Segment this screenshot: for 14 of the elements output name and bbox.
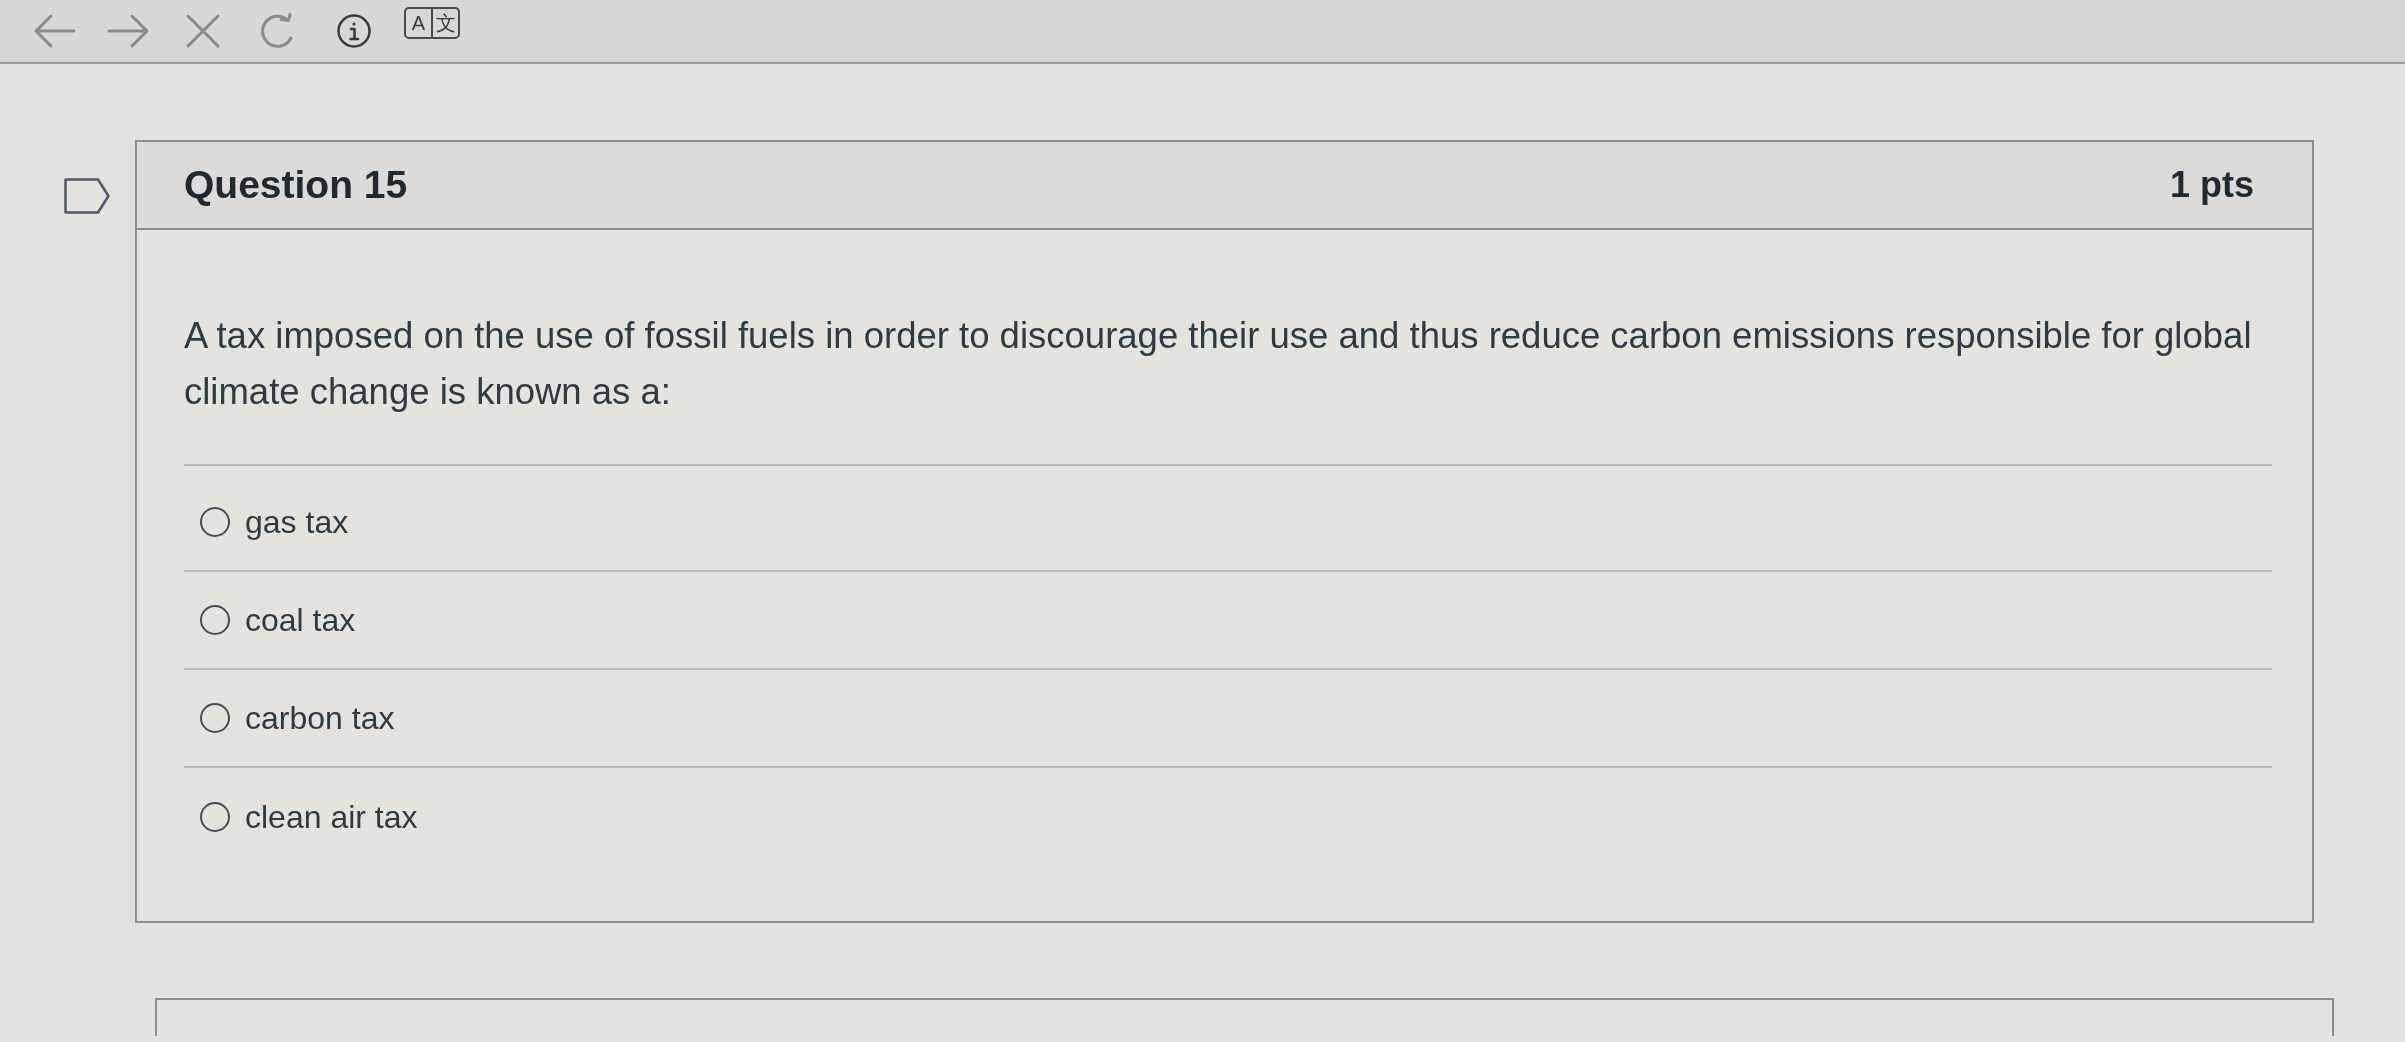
tag-icon[interactable] (64, 178, 110, 214)
question-text: A tax imposed on the use of fossil fuels in order to discourage their use and thus reduce carbon emissions responsible for global climate change is known as a: (184, 314, 2253, 414)
radio-button[interactable] (200, 605, 230, 635)
translate-button[interactable]: A 文 (404, 7, 460, 39)
option-label: clean air tax (245, 798, 418, 837)
option-label: gas tax (245, 503, 349, 542)
radio-button[interactable] (200, 507, 230, 537)
info-icon[interactable] (337, 14, 371, 48)
radio-button[interactable] (200, 802, 230, 832)
question-title: Question 15 (184, 162, 408, 208)
option-label: carbon tax (245, 699, 395, 738)
radio-button[interactable] (200, 703, 230, 733)
points-label: 1 pts (2169, 163, 2254, 207)
option-label: coal tax (245, 601, 356, 640)
